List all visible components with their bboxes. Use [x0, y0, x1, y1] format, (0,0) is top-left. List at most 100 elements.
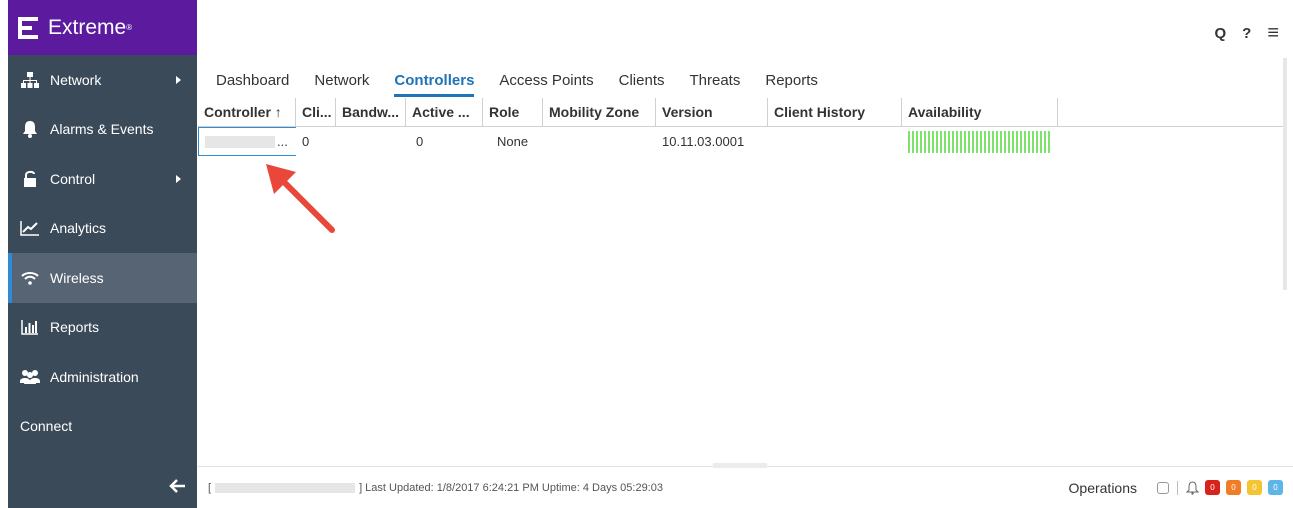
sidebar-nav: Network Alarms & Events Control Analytic… — [8, 55, 197, 451]
column-header-mobility-zone[interactable]: Mobility Zone — [543, 98, 656, 126]
cell-client-history — [768, 127, 902, 156]
sidebar-item-analytics[interactable]: Analytics — [8, 204, 197, 254]
sidebar-item-reports[interactable]: Reports — [8, 303, 197, 353]
vertical-scrollbar[interactable] — [1283, 58, 1287, 290]
tab-network[interactable]: Network — [314, 72, 369, 97]
availability-bar — [920, 130, 922, 153]
redacted-value — [215, 482, 356, 493]
critical-alarm-badge[interactable]: 0 — [1205, 480, 1220, 495]
caret-right-icon — [176, 75, 181, 84]
availability-bar — [996, 130, 998, 153]
operations-link[interactable]: Operations — [1069, 480, 1137, 496]
availability-bar — [1008, 130, 1010, 153]
search-icon[interactable]: Q — [1214, 25, 1226, 42]
availability-bar — [980, 130, 982, 153]
arrow-left-icon — [169, 479, 185, 493]
menu-icon[interactable]: ≡ — [1267, 22, 1279, 45]
availability-bar — [1036, 130, 1038, 153]
extreme-logo-icon — [18, 16, 38, 39]
availability-bar — [968, 130, 970, 153]
sidebar: Extreme ® Network Alarms & Events Contro… — [8, 0, 197, 508]
caret-right-icon — [176, 174, 181, 183]
collapse-sidebar-button[interactable] — [169, 478, 187, 494]
sidebar-item-alarms-events[interactable]: Alarms & Events — [8, 105, 197, 155]
sidebar-item-control[interactable]: Control — [8, 154, 197, 204]
controllers-table: Controller ↑ Cli... Bandw... Active ... … — [198, 98, 1283, 462]
bell-icon — [20, 120, 40, 139]
users-icon — [20, 368, 40, 386]
tab-dashboard[interactable]: Dashboard — [216, 72, 289, 97]
cell-controller[interactable]: ... — [198, 127, 296, 156]
tab-controllers[interactable]: Controllers — [394, 72, 475, 97]
column-header-active[interactable]: Active ... — [406, 98, 483, 126]
sidebar-item-connect[interactable]: Connect — [8, 402, 197, 452]
availability-bar — [932, 130, 934, 153]
cell-role: None — [497, 134, 529, 149]
table-header: Controller ↑ Cli... Bandw... Active ... … — [198, 98, 1283, 127]
availability-bar — [984, 130, 986, 153]
cell-version: 10.11.03.0001 — [662, 134, 745, 149]
column-header-controller[interactable]: Controller ↑ — [198, 98, 296, 126]
sidebar-item-label: Administration — [50, 368, 139, 385]
availability-bar — [1020, 130, 1022, 153]
column-header-bandwidth[interactable]: Bandw... — [336, 98, 406, 126]
availability-bar — [948, 130, 950, 153]
availability-bar — [960, 130, 962, 153]
tab-clients[interactable]: Clients — [619, 72, 665, 97]
resize-handle[interactable] — [713, 463, 767, 468]
analytics-icon — [20, 219, 40, 237]
availability-bar — [972, 130, 974, 153]
help-icon[interactable]: ? — [1242, 25, 1251, 42]
sidebar-item-label: Control — [50, 170, 96, 187]
tab-threats[interactable]: Threats — [690, 72, 741, 97]
availability-bar — [1040, 130, 1042, 153]
redacted-value — [205, 135, 275, 148]
availability-bars — [908, 130, 1050, 153]
tab-access-points[interactable]: Access Points — [499, 72, 593, 97]
top-bar: Q ? ≡ — [197, 0, 1293, 62]
brand-mark: ® — [126, 23, 133, 32]
sidebar-item-network[interactable]: Network — [8, 55, 197, 105]
availability-bar — [1024, 130, 1026, 153]
column-header-version[interactable]: Version — [656, 98, 768, 126]
bell-outline-icon[interactable] — [1186, 480, 1199, 495]
column-header-clients[interactable]: Cli... — [296, 98, 336, 126]
brand-name: Extreme — [48, 15, 127, 39]
app-window: Extreme ® Network Alarms & Events Contro… — [0, 0, 1293, 508]
column-header-role[interactable]: Role — [483, 98, 543, 126]
database-icon[interactable] — [1157, 481, 1169, 494]
info-alarm-badge[interactable]: 0 — [1268, 480, 1283, 495]
status-bar: [ ] Last Updated: 1/8/2017 6:24:21 PM Up… — [198, 463, 1293, 508]
sidebar-item-administration[interactable]: Administration — [8, 352, 197, 402]
availability-bar — [928, 130, 930, 153]
column-header-client-history[interactable]: Client History — [768, 98, 902, 126]
cell-bandwidth — [336, 127, 406, 156]
sidebar-item-label: Analytics — [50, 220, 107, 237]
availability-bar — [1012, 130, 1014, 153]
minor-alarm-badge[interactable]: 0 — [1247, 480, 1262, 495]
availability-bar — [1000, 130, 1002, 153]
availability-bar — [940, 130, 942, 153]
sidebar-item-label: Wireless — [50, 269, 104, 286]
sidebar-item-label: Connect — [20, 418, 73, 435]
availability-bar — [936, 130, 938, 153]
top-icons: Q ? ≡ — [1214, 22, 1279, 45]
availability-bar — [1044, 130, 1046, 153]
footer-right: Operations 0 0 0 0 — [1069, 480, 1283, 496]
cell-mobility-zone — [543, 127, 656, 156]
availability-bar — [1016, 130, 1018, 153]
availability-bar — [976, 130, 978, 153]
sidebar-item-label: Reports — [50, 319, 100, 336]
major-alarm-badge[interactable]: 0 — [1226, 480, 1241, 495]
availability-bar — [988, 130, 990, 153]
column-header-availability[interactable]: Availability — [902, 98, 1058, 126]
table-row[interactable]: ... 0 0 None 10.11.03.0001 — [198, 127, 1283, 156]
brand-bar: Extreme ® — [8, 0, 197, 55]
sidebar-item-label: Network — [50, 71, 102, 88]
sidebar-item-wireless[interactable]: Wireless — [8, 253, 197, 303]
footer-status-text: ] Last Updated: 1/8/2017 6:24:21 PM Upti… — [359, 481, 663, 494]
annotation-arrow-icon — [266, 164, 335, 233]
tab-reports[interactable]: Reports — [765, 72, 818, 97]
availability-bar — [1028, 130, 1030, 153]
availability-bar — [924, 130, 926, 153]
